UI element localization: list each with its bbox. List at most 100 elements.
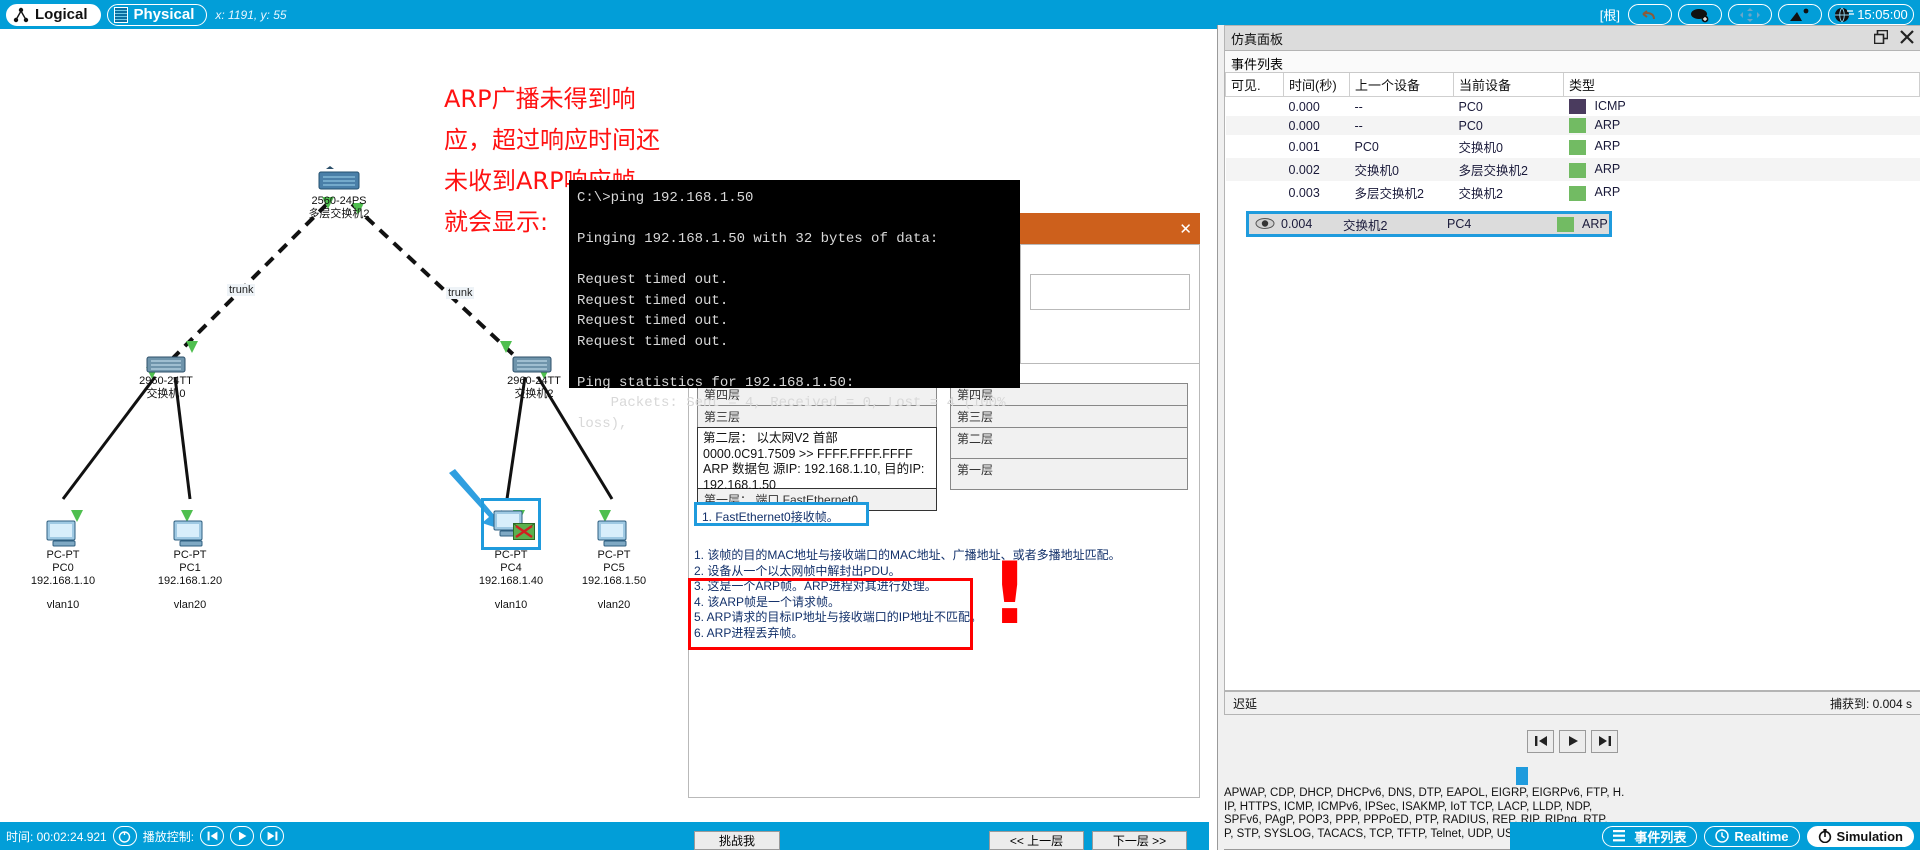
column-visible[interactable]: 可见. bbox=[1225, 73, 1284, 97]
event-list-toggle-button[interactable]: 事件列表 bbox=[1602, 825, 1698, 847]
type-label: ARP bbox=[1594, 139, 1621, 154]
logical-view-button[interactable]: Logical bbox=[6, 3, 101, 26]
device-label-switch0: 2960-24TT 交换机0 bbox=[139, 375, 193, 400]
step-2: 2. 设备从一个以太网帧中解封出PDU。 bbox=[694, 563, 901, 578]
event-list-header-row: 可见. 时间(秒) 上一个设备 当前设备 类型 bbox=[1225, 73, 1920, 97]
network-clock-button[interactable]: 15:05:00 bbox=[1828, 4, 1914, 25]
restore-window-icon[interactable] bbox=[1873, 29, 1889, 47]
covered-window-input[interactable] bbox=[1030, 274, 1190, 310]
forward-button[interactable] bbox=[260, 826, 285, 846]
cell-type: ARP bbox=[1563, 116, 1920, 136]
captured-label: 捕获到: 0.004 s bbox=[1829, 696, 1912, 711]
column-type[interactable]: 类型 bbox=[1563, 73, 1920, 97]
simulation-panel: 仿真面板 事件列表 可见. 时间(秒) 上一个设备 当前设备 类型 0.000- bbox=[1217, 25, 1920, 850]
device-pc5[interactable] bbox=[596, 519, 632, 552]
delay-row: 迟延 捕获到: 0.004 s bbox=[1224, 691, 1920, 715]
step-3: 3. 这是一个ARP帧。ARP进程对其进行处理。 bbox=[694, 579, 937, 593]
step-back-button[interactable] bbox=[1527, 729, 1554, 753]
simulation-scrubber[interactable] bbox=[1224, 767, 1920, 785]
column-last-device[interactable]: 上一个设备 bbox=[1349, 73, 1454, 97]
device-label-core-switch: 2560-24PS 多层交换机2 bbox=[308, 195, 370, 220]
scrubber-thumb[interactable] bbox=[1516, 767, 1528, 785]
cell-time: 0.003 bbox=[1288, 185, 1320, 200]
cell-last-device: 交换机0 bbox=[1349, 158, 1454, 182]
next-layer-button[interactable]: 下一层 >> bbox=[1092, 831, 1187, 850]
link-label-trunk-right: trunk bbox=[446, 287, 475, 299]
table-row[interactable]: 0.000 -- PC0 ARP bbox=[1225, 116, 1920, 136]
cell-visible bbox=[1226, 97, 1284, 117]
simulation-panel-titlebar: 仿真面板 bbox=[1224, 25, 1920, 51]
device-label-switch2: 2960-24TT 交换机2 bbox=[507, 375, 561, 400]
playback-control-label: 播放控制: bbox=[142, 829, 195, 844]
top-toolbar-right: [根] 15:05:00 bbox=[1600, 4, 1920, 25]
realtime-mode-button[interactable]: Realtime bbox=[1704, 825, 1800, 847]
selected-row-color-swatch bbox=[1557, 216, 1574, 232]
event-list-table[interactable]: 可见. 时间(秒) 上一个设备 当前设备 类型 0.000 -- PC0 ICMP 0.… bbox=[1225, 73, 1920, 204]
cell-last-device: -- bbox=[1349, 116, 1454, 136]
event-list-title: 事件列表 bbox=[1225, 51, 1920, 73]
column-current-device[interactable]: 当前设备 bbox=[1453, 73, 1564, 97]
close-icon[interactable] bbox=[1900, 29, 1914, 47]
switch-icon bbox=[146, 356, 186, 373]
cursor-coordinates: x: 1191, y: 55 bbox=[215, 7, 287, 22]
simulation-mode-label: Simulation bbox=[1836, 828, 1903, 844]
switch-icon bbox=[512, 356, 552, 373]
annotation-line-1: ARP广播未得到响 bbox=[444, 85, 636, 113]
command-prompt-window[interactable]: C:\>ping 192.168.1.50 Pinging 192.168.1.… bbox=[569, 180, 1020, 432]
table-row[interactable]: 0.001 PC0 交换机0 ARP bbox=[1226, 135, 1920, 158]
in-layer-2: 第二层 bbox=[950, 427, 1188, 459]
step-6: 6. ARP进程丢弃帧。 bbox=[694, 625, 804, 640]
undo-icon[interactable] bbox=[1628, 4, 1672, 25]
viewport-icon[interactable] bbox=[1778, 4, 1822, 25]
simulation-time-label: 时间: 00:02:24.921 bbox=[6, 829, 107, 844]
table-row[interactable]: 0.003 多层交换机2 交换机2 ARP bbox=[1226, 181, 1920, 204]
logical-topology-icon bbox=[13, 7, 29, 22]
challenge-me-button[interactable]: 挑战我 bbox=[694, 831, 780, 850]
vlan-label-pc0: vlan10 bbox=[46, 599, 80, 611]
type-label: ARP bbox=[1594, 162, 1621, 177]
simulation-mode-button[interactable]: Simulation bbox=[1806, 825, 1914, 847]
event-list-selected-row[interactable]: 0.004 交换机2 PC4 ARP bbox=[1249, 214, 1609, 234]
root-breadcrumb: [根] bbox=[1599, 8, 1620, 23]
cell-type: ARP bbox=[1564, 135, 1920, 158]
cell-time: 0.002 bbox=[1283, 158, 1350, 182]
step-5: 5. ARP请求的目标IP地址与接收端口的IP地址不匹配。 bbox=[694, 610, 983, 624]
cell-current-device: 交换机0 bbox=[1458, 141, 1503, 156]
cell-last-device: 多层交换机2 bbox=[1354, 187, 1424, 202]
device-pc1[interactable] bbox=[172, 519, 208, 552]
pc-icon bbox=[597, 520, 627, 547]
out-layer-2: 第二层： 以太网V2 首部 0000.0C91.7509 >> FFFF.FFF… bbox=[697, 427, 937, 492]
cell-visible bbox=[1225, 116, 1284, 136]
play-button[interactable] bbox=[230, 826, 255, 846]
cloud-add-icon[interactable] bbox=[1678, 4, 1722, 25]
cell-current-device: 多层交换机2 bbox=[1453, 158, 1564, 182]
cell-last-device: -- bbox=[1354, 99, 1363, 114]
delay-label: 迟延 bbox=[1233, 696, 1258, 711]
type-color-swatch bbox=[1568, 185, 1586, 201]
step-forward-button[interactable] bbox=[1591, 729, 1618, 753]
physical-view-button[interactable]: Physical bbox=[106, 3, 208, 26]
selected-row-current-device: PC4 bbox=[1447, 217, 1472, 231]
selected-row-last-device: 交换机2 bbox=[1343, 218, 1388, 233]
type-color-swatch bbox=[1568, 118, 1586, 134]
table-row[interactable]: 0.002 交换机0 多层交换机2 ARP bbox=[1225, 158, 1920, 182]
annotation-line-2: 应，超过响应时间还 bbox=[444, 126, 660, 154]
eye-icon[interactable] bbox=[1255, 217, 1275, 231]
play-button[interactable] bbox=[1559, 729, 1586, 753]
table-row[interactable]: 0.000 -- PC0 ICMP bbox=[1226, 97, 1920, 117]
column-time[interactable]: 时间(秒) bbox=[1283, 73, 1350, 97]
selected-row-type: ARP bbox=[1582, 217, 1608, 231]
rack-icon bbox=[113, 6, 128, 23]
cell-time: 0.001 bbox=[1288, 139, 1320, 154]
device-pc0[interactable] bbox=[45, 519, 81, 552]
previous-layer-button[interactable]: << 上一层 bbox=[989, 831, 1084, 850]
back-button[interactable] bbox=[200, 826, 225, 846]
event-list-toggle-label: 事件列表 bbox=[1634, 829, 1687, 845]
move-icon[interactable] bbox=[1728, 4, 1772, 25]
in-layer-1: 第一层 bbox=[950, 458, 1188, 490]
reset-simulation-icon[interactable] bbox=[112, 826, 137, 846]
playback-controls bbox=[1224, 715, 1920, 767]
simulation-panel-body: 事件列表 可见. 时间(秒) 上一个设备 当前设备 类型 0.000 -- PC0 I… bbox=[1224, 51, 1920, 691]
device-core-switch[interactable] bbox=[318, 165, 360, 198]
close-icon[interactable]: ✕ bbox=[1179, 220, 1192, 238]
